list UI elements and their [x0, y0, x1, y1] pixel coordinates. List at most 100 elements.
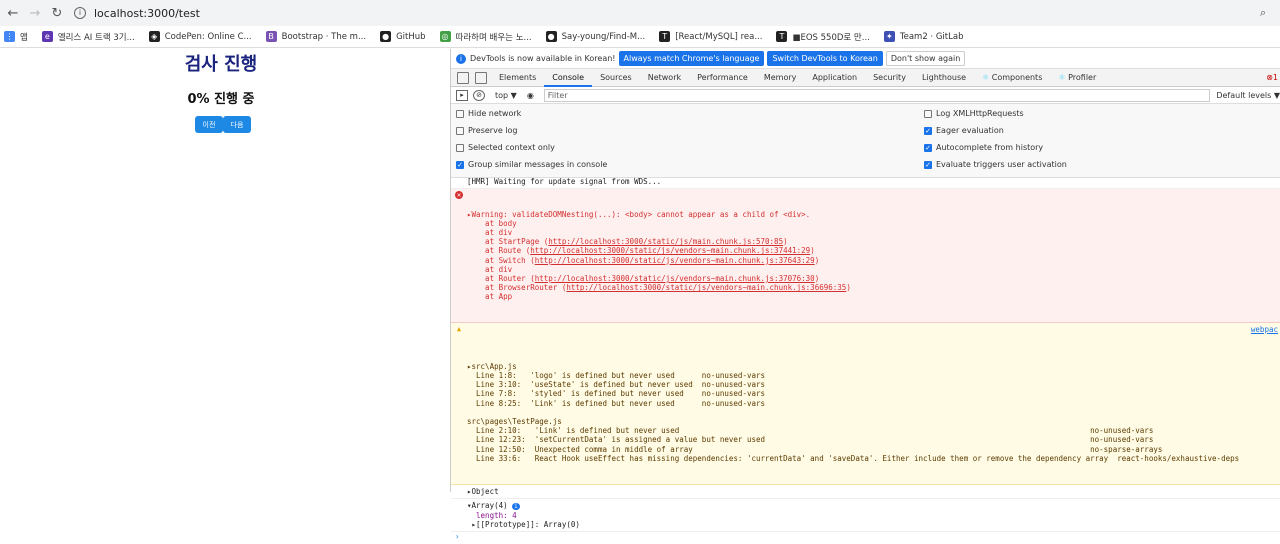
tab-label: Components	[991, 72, 1043, 82]
error-line: at div	[467, 228, 513, 238]
dont-show-button[interactable]: Don't show again	[885, 51, 966, 66]
next-button[interactable]: 다음	[223, 116, 251, 133]
stack-link[interactable]: http://localhost:3000/static/js/main.chu…	[548, 237, 783, 246]
forward-icon[interactable]: →	[26, 6, 44, 21]
error-count-badge[interactable]: ⊗1	[1266, 73, 1278, 82]
checkbox-checked-icon: ✓	[924, 126, 932, 135]
back-icon[interactable]: ←	[4, 6, 22, 21]
checkbox-checked-icon: ✓	[924, 160, 932, 169]
tab-profiler[interactable]: ⚛ Profiler	[1050, 69, 1104, 87]
gitlab-icon: ✦	[883, 31, 895, 42]
stack-link[interactable]: http://localhost:3000/static/js/vendors~…	[535, 256, 815, 265]
log-array[interactable]: ▾Array(4) i length: 4 ▸[[Prototype]]: Ar…	[451, 499, 1280, 533]
clear-console-icon[interactable]: ⊘	[473, 89, 485, 101]
bookmark-item[interactable]: T ■EOS 550D로 만...	[776, 31, 870, 43]
eval-triggers-checkbox[interactable]: ✓ Evaluate triggers user activation	[924, 160, 1067, 169]
stack-link[interactable]: http://localhost:3000/static/js/vendors~…	[530, 246, 810, 255]
stack-link[interactable]: http://localhost:3000/static/js/vendors~…	[535, 274, 815, 283]
bookmark-apps[interactable]: ⋮ 앱	[4, 31, 28, 43]
language-infobar: i DevTools is now available in Korean! A…	[451, 49, 1280, 69]
tab-elements[interactable]: Elements	[491, 69, 544, 87]
preserve-log-checkbox[interactable]: Preserve log	[456, 126, 518, 135]
tab-label: Profiler	[1068, 72, 1097, 82]
reload-icon[interactable]: ↻	[48, 6, 66, 21]
error-head: ▸Warning: validateDOMNesting(...): <body…	[467, 209, 811, 219]
github-icon: ●	[545, 31, 557, 42]
tab-components[interactable]: ⚛ Components	[974, 69, 1050, 87]
bookmark-label: [React/MySQL] rea...	[675, 31, 763, 42]
eye-icon[interactable]: ◉	[527, 91, 534, 100]
source-link[interactable]: webpac	[1251, 325, 1278, 334]
checkbox-label: Hide network	[468, 109, 522, 118]
tab-lighthouse[interactable]: Lighthouse	[914, 69, 974, 87]
tab-memory[interactable]: Memory	[756, 69, 805, 87]
log-xhr-checkbox[interactable]: Log XMLHttpRequests	[924, 109, 1024, 118]
bookmark-item[interactable]: ● GitHub	[380, 31, 426, 42]
tab-performance[interactable]: Performance	[689, 69, 756, 87]
tab-sources[interactable]: Sources	[592, 69, 640, 87]
site-info-icon[interactable]: i	[74, 7, 86, 19]
zoom-icon[interactable]: ⌕	[1260, 6, 1280, 20]
console-settings: Hide network Preserve log Selected conte…	[451, 104, 1280, 178]
bookmark-item[interactable]: T [React/MySQL] rea...	[659, 31, 762, 42]
checkbox-icon	[456, 143, 464, 152]
tistory-icon: T	[776, 31, 788, 42]
github-icon: ●	[380, 31, 392, 42]
checkbox-label: Selected context only	[468, 143, 555, 152]
tab-network[interactable]: Network	[640, 69, 689, 87]
react-icon: ⚛	[982, 72, 992, 82]
tab-console[interactable]: Console	[544, 69, 593, 87]
group-similar-checkbox[interactable]: ✓ Group similar messages in console	[456, 160, 607, 169]
filter-input[interactable]: Filter	[543, 88, 1211, 102]
autocomplete-checkbox[interactable]: ✓ Autocomplete from history	[924, 143, 1043, 152]
tab-security[interactable]: Security	[865, 69, 914, 87]
array-label: ▾Array(4)	[467, 500, 508, 510]
apps-grid-icon: ⋮	[4, 31, 15, 42]
log-error[interactable]: ✕ ▸Warning: validateDOMNesting(...): <bod…	[451, 189, 1280, 324]
bookmark-item[interactable]: ◈ CodePen: Online C...	[148, 31, 252, 42]
progress-text: 0% 진행 중	[187, 92, 255, 107]
warning-text: ▸src\App.js Line 1:8: 'logo' is defined …	[467, 361, 1240, 463]
devtools-tabs: Elements Console Sources Network Perform…	[451, 69, 1280, 87]
switch-korean-button[interactable]: Switch DevTools to Korean	[767, 51, 883, 66]
devtools-panel: i DevTools is now available in Korean! A…	[450, 49, 1280, 541]
bookmark-item[interactable]: ◎ 따라하며 배우는 노...	[439, 31, 532, 43]
log-levels-dropdown[interactable]: Default levels ▼	[1216, 91, 1280, 100]
match-language-button[interactable]: Always match Chrome's language	[618, 51, 765, 66]
console-prompt[interactable]: ›	[451, 532, 1280, 544]
codepen-icon: ◈	[148, 31, 160, 42]
bookmark-item[interactable]: ✦ Team2 · GitLab	[883, 31, 963, 42]
checkbox-label: Group similar messages in console	[468, 160, 608, 169]
stack-line: at Router (http://localhost:3000/static/…	[467, 274, 820, 284]
device-toolbar-icon[interactable]	[475, 71, 487, 84]
log-warning[interactable]: ▲ webpac ▸src\App.js Line 1:8: 'logo' is…	[451, 323, 1280, 485]
checkbox-label: Eager evaluation	[936, 126, 1004, 135]
eager-eval-checkbox[interactable]: ✓ Eager evaluation	[924, 126, 1004, 135]
bookmark-label: 앱	[20, 32, 28, 43]
address-bar[interactable]: i localhost:3000/test	[74, 3, 1260, 23]
stack-link[interactable]: http://localhost:3000/static/js/vendors~…	[566, 283, 846, 292]
stack-line: at Switch (http://localhost:3000/static/…	[467, 255, 820, 265]
context-selector[interactable]: top ▼	[495, 91, 517, 100]
bootstrap-icon: B	[265, 31, 277, 42]
inspect-element-icon[interactable]	[457, 71, 469, 84]
elice-icon: e	[41, 31, 53, 42]
url-text[interactable]: localhost:3000/test	[94, 7, 200, 20]
stack-line: at BrowserRouter (http://localhost:3000/…	[467, 283, 851, 293]
prev-button[interactable]: 이전	[195, 116, 223, 133]
selected-context-checkbox[interactable]: Selected context only	[456, 143, 555, 152]
bookmark-item[interactable]: ● Say-young/Find-M...	[545, 31, 645, 42]
checkbox-label: Evaluate triggers user activation	[936, 160, 1067, 169]
hide-network-checkbox[interactable]: Hide network	[456, 109, 521, 118]
array-prototype[interactable]: ▸[[Prototype]]: Array(0)	[467, 520, 1280, 529]
sidebar-toggle-icon[interactable]: ▸	[456, 89, 468, 101]
info-badge: i	[512, 502, 520, 510]
info-icon: i	[456, 53, 466, 64]
checkbox-icon	[924, 109, 932, 118]
bookmark-item[interactable]: e 엘리스 AI 트랙 3기...	[41, 31, 135, 43]
checkbox-checked-icon: ✓	[456, 160, 464, 169]
tab-application[interactable]: Application	[804, 69, 865, 87]
console-log: [HMR] Waiting for update signal from WDS…	[451, 175, 1280, 541]
bookmark-label: 따라하며 배우는 노...	[455, 32, 532, 43]
bookmark-item[interactable]: B Bootstrap · The m...	[265, 31, 366, 42]
